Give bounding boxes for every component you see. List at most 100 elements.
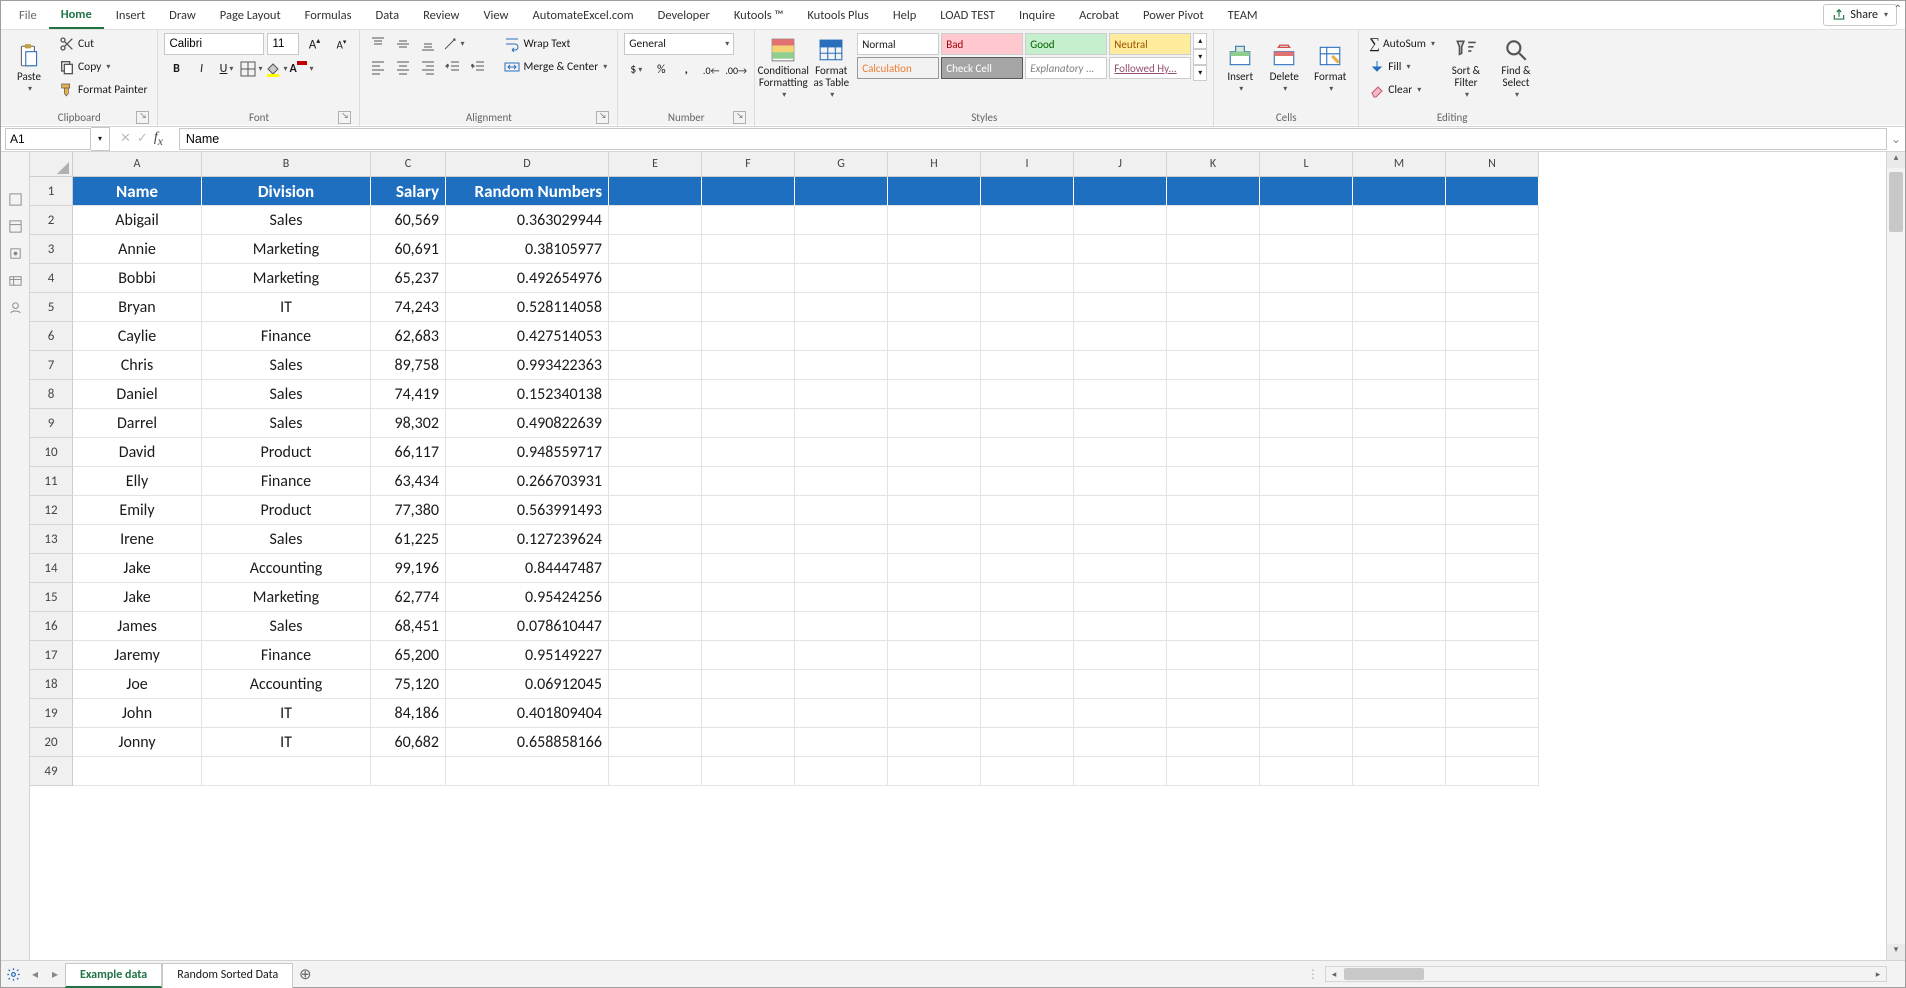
- cell[interactable]: [795, 554, 888, 583]
- cell[interactable]: [1167, 177, 1260, 206]
- decrease-indent-button[interactable]: [441, 56, 465, 78]
- cell[interactable]: 65,200: [371, 641, 446, 670]
- cell[interactable]: Sales: [202, 351, 371, 380]
- col-header[interactable]: L: [1260, 152, 1353, 177]
- cell[interactable]: [702, 409, 795, 438]
- clear-button[interactable]: Clear▾: [1365, 79, 1439, 101]
- row-header[interactable]: 10: [30, 438, 73, 467]
- cell[interactable]: 75,120: [371, 670, 446, 699]
- cell[interactable]: [1446, 728, 1539, 757]
- menu-insert[interactable]: Insert: [104, 3, 157, 28]
- cell[interactable]: [1446, 699, 1539, 728]
- cell[interactable]: [981, 554, 1074, 583]
- cell[interactable]: [795, 409, 888, 438]
- cell[interactable]: [888, 496, 981, 525]
- cell[interactable]: [702, 641, 795, 670]
- cell[interactable]: [1353, 583, 1446, 612]
- row-header[interactable]: 7: [30, 351, 73, 380]
- cell[interactable]: [1074, 264, 1167, 293]
- cell[interactable]: [1446, 496, 1539, 525]
- menu-draw[interactable]: Draw: [157, 3, 208, 28]
- cell[interactable]: [1167, 554, 1260, 583]
- sheet-tab[interactable]: Random Sorted Data: [162, 963, 293, 988]
- cell[interactable]: [1353, 757, 1446, 786]
- cell[interactable]: [702, 351, 795, 380]
- fx-icon[interactable]: fx: [154, 130, 169, 148]
- cell[interactable]: [1446, 322, 1539, 351]
- cell[interactable]: [981, 264, 1074, 293]
- cell[interactable]: [1353, 467, 1446, 496]
- menu-page-layout[interactable]: Page Layout: [208, 3, 293, 28]
- cell[interactable]: [1446, 670, 1539, 699]
- dialog-launcher-icon[interactable]: ↘: [733, 111, 746, 124]
- cell[interactable]: [202, 757, 371, 786]
- cell[interactable]: [1074, 380, 1167, 409]
- cell[interactable]: [1353, 409, 1446, 438]
- cell[interactable]: Emily: [73, 496, 202, 525]
- cell[interactable]: 62,774: [371, 583, 446, 612]
- style-scroll-up-icon[interactable]: ▴: [1193, 33, 1207, 49]
- cell[interactable]: [1074, 409, 1167, 438]
- cell[interactable]: [1074, 322, 1167, 351]
- fill-color-button[interactable]: ▾: [264, 58, 288, 80]
- font-family-combo[interactable]: [164, 33, 264, 55]
- row-header[interactable]: 9: [30, 409, 73, 438]
- cell[interactable]: [1353, 177, 1446, 206]
- cell[interactable]: [609, 438, 702, 467]
- cell[interactable]: [888, 438, 981, 467]
- cell[interactable]: [981, 699, 1074, 728]
- cell[interactable]: 60,569: [371, 206, 446, 235]
- cell[interactable]: Sales: [202, 380, 371, 409]
- cell[interactable]: [702, 438, 795, 467]
- cell[interactable]: 62,683: [371, 322, 446, 351]
- menu-developer[interactable]: Developer: [646, 3, 722, 28]
- cell[interactable]: [888, 641, 981, 670]
- cell[interactable]: David: [73, 438, 202, 467]
- cut-button[interactable]: Cut: [55, 33, 151, 55]
- cell[interactable]: [1260, 206, 1353, 235]
- cell[interactable]: Finance: [202, 467, 371, 496]
- cell[interactable]: [609, 496, 702, 525]
- cell[interactable]: Sales: [202, 206, 371, 235]
- cell[interactable]: [1167, 525, 1260, 554]
- menu-kutools-plus[interactable]: Kutools Plus: [795, 3, 880, 28]
- cell[interactable]: Marketing: [202, 235, 371, 264]
- cell[interactable]: [981, 728, 1074, 757]
- cell[interactable]: [981, 670, 1074, 699]
- cell[interactable]: [1353, 670, 1446, 699]
- cell[interactable]: [1074, 525, 1167, 554]
- conditional-formatting-button[interactable]: Conditional Formatting▾: [761, 33, 805, 103]
- cell[interactable]: [702, 525, 795, 554]
- cell[interactable]: [1446, 293, 1539, 322]
- scrollbar-thumb[interactable]: [1344, 968, 1424, 980]
- cell[interactable]: [1074, 583, 1167, 612]
- cell[interactable]: [981, 496, 1074, 525]
- cell[interactable]: [795, 177, 888, 206]
- cell[interactable]: [888, 264, 981, 293]
- cell[interactable]: [1167, 264, 1260, 293]
- col-header[interactable]: D: [446, 152, 609, 177]
- cell[interactable]: Accounting: [202, 554, 371, 583]
- cell[interactable]: [888, 380, 981, 409]
- cell[interactable]: [609, 467, 702, 496]
- cell[interactable]: 0.84447487: [446, 554, 609, 583]
- cell[interactable]: IT: [202, 728, 371, 757]
- font-color-button[interactable]: A▾: [289, 58, 313, 80]
- cell[interactable]: [981, 206, 1074, 235]
- cell[interactable]: [795, 583, 888, 612]
- cell[interactable]: 77,380: [371, 496, 446, 525]
- cell[interactable]: 0.492654976: [446, 264, 609, 293]
- side-icon[interactable]: [8, 246, 23, 261]
- row-header[interactable]: 12: [30, 496, 73, 525]
- row-header[interactable]: 18: [30, 670, 73, 699]
- cell[interactable]: [888, 699, 981, 728]
- row-header[interactable]: 13: [30, 525, 73, 554]
- accounting-format-button[interactable]: $▾: [624, 59, 648, 81]
- cell[interactable]: [1074, 177, 1167, 206]
- scrollbar-thumb[interactable]: [1889, 172, 1903, 232]
- underline-button[interactable]: U▾: [214, 58, 238, 80]
- cell[interactable]: [981, 467, 1074, 496]
- scroll-down-icon[interactable]: ▾: [1887, 944, 1905, 960]
- col-header[interactable]: K: [1167, 152, 1260, 177]
- cell[interactable]: [609, 525, 702, 554]
